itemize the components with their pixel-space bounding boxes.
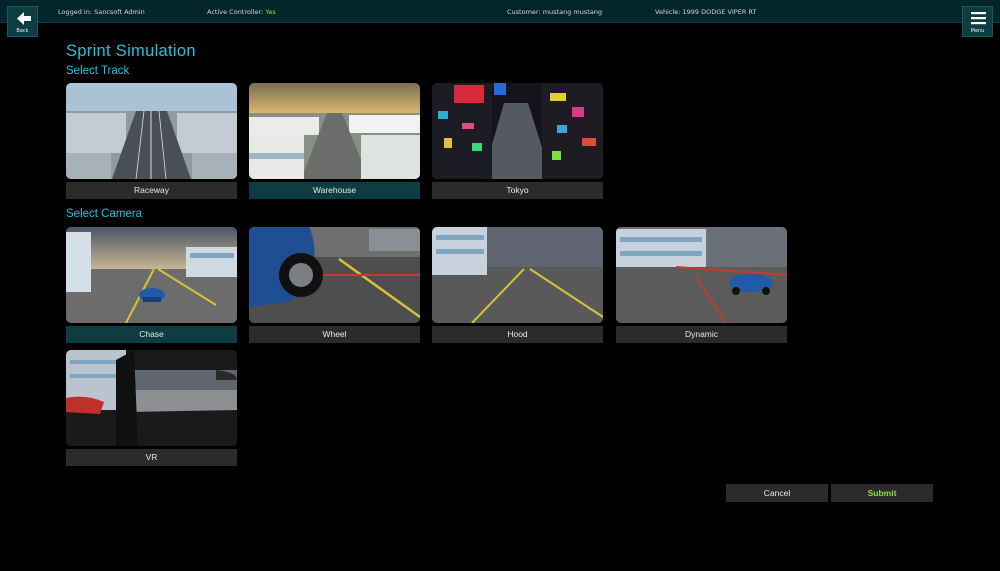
track-label: Tokyo xyxy=(432,182,603,199)
track-label: Warehouse xyxy=(249,182,420,199)
camera-label: Chase xyxy=(66,326,237,343)
track-card-warehouse[interactable]: Warehouse xyxy=(249,83,421,199)
vehicle-text: Vehicle: 1999 DODGE VIPER RT xyxy=(655,8,757,16)
camera-label: Dynamic xyxy=(616,326,787,343)
back-button[interactable]: Back xyxy=(7,6,38,37)
raceway-thumbnail xyxy=(66,83,237,179)
dynamic-thumbnail xyxy=(616,227,787,323)
hood-thumbnail xyxy=(432,227,603,323)
camera-label: VR xyxy=(66,449,237,466)
wheel-thumbnail xyxy=(249,227,420,323)
camera-card-dynamic[interactable]: Dynamic xyxy=(616,227,788,343)
menu-button[interactable]: Menu xyxy=(962,6,993,37)
track-card-tokyo[interactable]: Tokyo xyxy=(432,83,604,199)
submit-button[interactable]: Submit xyxy=(831,484,933,502)
track-label: Raceway xyxy=(66,182,237,199)
camera-label: Wheel xyxy=(249,326,420,343)
active-controller-value: Yes xyxy=(265,8,276,16)
select-track-heading: Select Track xyxy=(66,65,130,77)
camera-card-chase[interactable]: Chase xyxy=(66,227,238,343)
customer-text: Customer: mustang mustang xyxy=(507,8,603,16)
warehouse-thumbnail xyxy=(249,83,420,179)
tokyo-thumbnail xyxy=(432,83,603,179)
camera-card-wheel[interactable]: Wheel xyxy=(249,227,421,343)
active-controller-text: Active Controller: Yes xyxy=(207,8,276,16)
vr-thumbnail xyxy=(66,350,237,446)
back-arrow-icon xyxy=(17,12,31,25)
active-controller-label: Active Controller: xyxy=(207,8,266,16)
menu-label: Menu xyxy=(970,28,985,34)
hamburger-menu-icon xyxy=(971,12,986,25)
logged-in-text: Logged in: Sancsoft Admin xyxy=(58,8,145,16)
camera-card-vr[interactable]: VR xyxy=(66,350,238,466)
chase-thumbnail xyxy=(66,227,237,323)
track-card-raceway[interactable]: Raceway xyxy=(66,83,238,199)
page-title: Sprint Simulation xyxy=(66,42,196,60)
top-status-bar: Logged in: Sancsoft Admin Active Control… xyxy=(0,0,1000,23)
camera-label: Hood xyxy=(432,326,603,343)
select-camera-heading: Select Camera xyxy=(66,208,143,220)
cancel-button[interactable]: Cancel xyxy=(726,484,828,502)
camera-card-hood[interactable]: Hood xyxy=(432,227,604,343)
back-label: Back xyxy=(16,28,29,34)
